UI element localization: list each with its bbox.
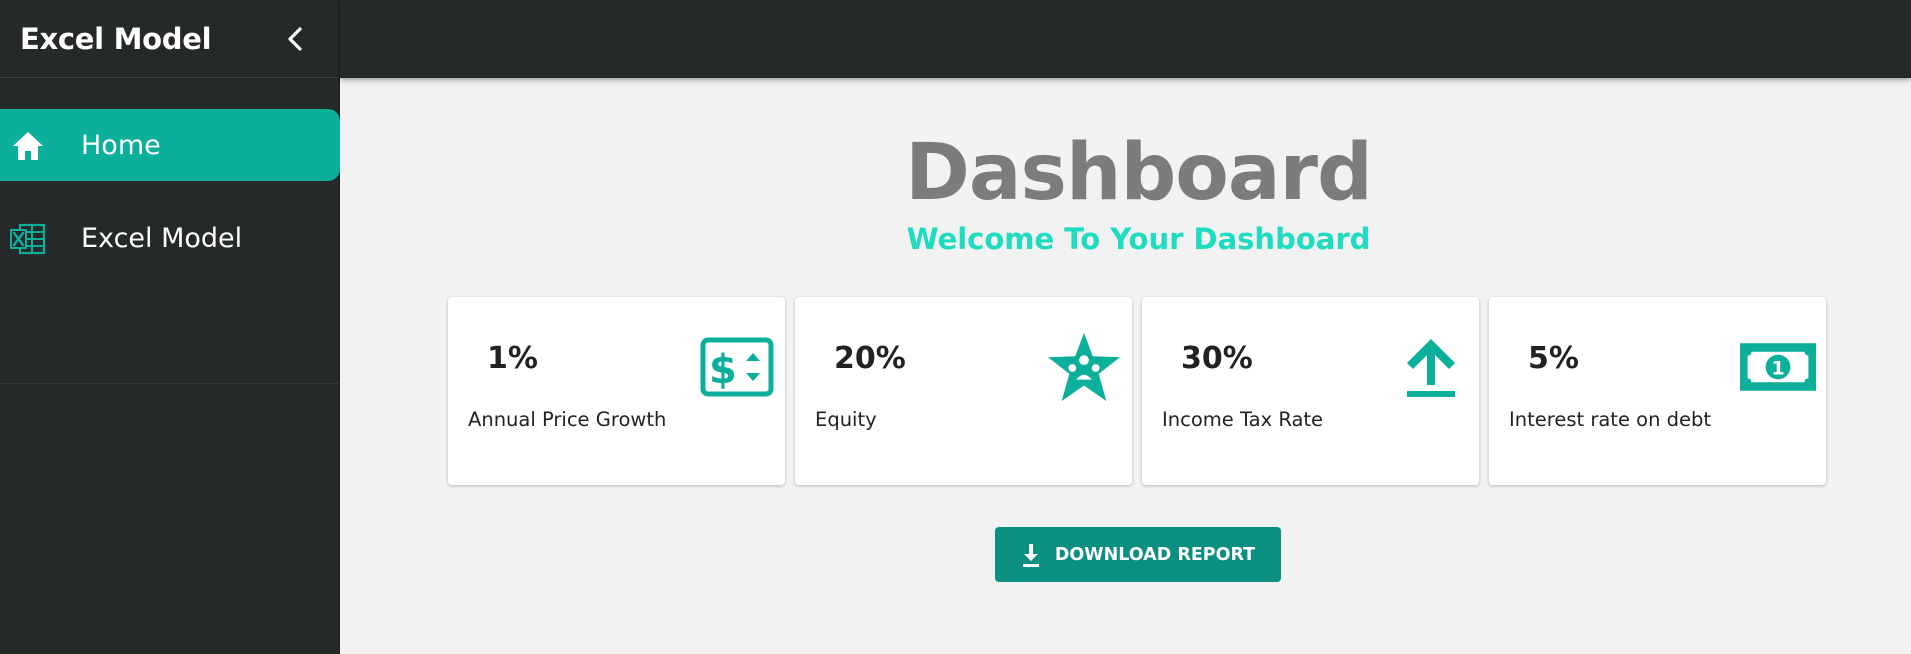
stat-card-income-tax-rate: 30% Income Tax Rate: [1142, 297, 1479, 485]
stat-value: 5%: [1528, 341, 1579, 376]
download-icon: [1022, 543, 1039, 567]
stat-label: Equity: [815, 408, 877, 431]
stat-label: Income Tax Rate: [1162, 408, 1324, 431]
sidebar-item-label: Home: [81, 129, 161, 161]
collapse-sidebar-button[interactable]: [280, 24, 310, 54]
stat-label: Annual Price Growth: [468, 408, 667, 431]
sidebar-item-label: Excel Model: [81, 222, 243, 254]
sidebar: Excel Model Home Excel Model: [0, 0, 340, 654]
home-icon: [10, 129, 46, 163]
sidebar-nav: Home Excel Model: [0, 78, 340, 384]
page-title: Dashboard: [905, 128, 1373, 218]
upload-icon: [1393, 331, 1469, 403]
stat-card-annual-price-growth: 1% Annual Price Growth $: [448, 297, 785, 485]
download-report-label: DOWNLOAD REPORT: [1054, 544, 1256, 565]
stat-label: Interest rate on debt: [1509, 408, 1712, 431]
app-title: Excel Model: [20, 21, 212, 56]
svg-text:$: $: [709, 347, 737, 393]
download-report-button[interactable]: DOWNLOAD REPORT: [995, 527, 1281, 582]
excel-icon: [10, 222, 46, 256]
stat-value: 30%: [1181, 341, 1253, 376]
sidebar-header: Excel Model: [0, 0, 339, 78]
stat-card-interest-rate-on-debt: 5% Interest rate on debt 1: [1489, 297, 1826, 485]
stat-value: 20%: [834, 341, 906, 376]
stat-value: 1%: [487, 341, 538, 376]
sidebar-item-home[interactable]: Home: [0, 109, 340, 181]
stat-cards: 1% Annual Price Growth $ 20% Equity 30% …: [448, 297, 1826, 485]
banknote-icon: 1: [1740, 331, 1816, 403]
chevron-left-icon: [288, 27, 302, 51]
svg-text:1: 1: [1771, 358, 1784, 380]
top-bar: [340, 0, 1911, 78]
price-icon: $: [699, 331, 775, 403]
stat-card-equity: 20% Equity: [795, 297, 1132, 485]
sidebar-item-excel-model[interactable]: Excel Model: [0, 202, 340, 274]
star-group-icon: [1046, 331, 1122, 403]
page-subtitle: Welcome To Your Dashboard: [906, 222, 1371, 256]
main-content: Dashboard Welcome To Your Dashboard 1% A…: [340, 78, 1911, 654]
